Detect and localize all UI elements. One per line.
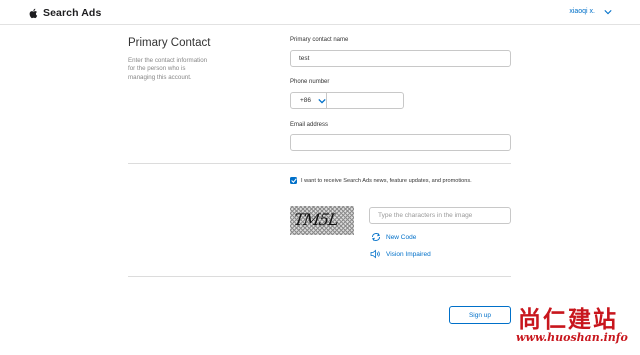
email-label: Email address [290,122,329,128]
chevron-down-icon[interactable] [604,9,612,15]
new-code-link[interactable]: New Code [370,232,416,242]
top-bar: Search Ads xiaoqi x. [0,0,640,25]
new-code-label[interactable]: New Code [386,234,416,241]
apple-logo-icon [29,8,38,18]
captcha-input[interactable] [369,207,511,224]
app-name: Search Ads [43,7,102,19]
contact-name-input[interactable] [290,50,511,67]
promotions-consent: I want to receive Search Ads news, featu… [290,177,472,184]
chevron-down-icon [318,98,326,104]
country-code-select[interactable]: +86 [291,93,328,108]
refresh-icon [372,233,380,241]
contact-name-label: Primary contact name [290,37,349,43]
phone-number-field: +86 [290,92,428,109]
phone-number-label: Phone number [290,79,330,85]
checkmark-icon [290,178,297,183]
brand[interactable]: Search Ads [28,7,101,19]
user-name[interactable]: xiaoqi x. [569,8,595,15]
section-title: Primary Contact [128,37,211,49]
primary-contact-intro: Primary Contact Enter the contact inform… [128,37,218,82]
captcha-image-text: TM5L [292,210,340,229]
email-input[interactable] [290,134,511,151]
country-code-value: +86 [300,97,312,104]
promotions-checkbox[interactable] [290,177,297,184]
user-menu[interactable]: xiaoqi x. [569,8,612,15]
section-divider [128,163,511,164]
vision-impaired-label[interactable]: Vision Impaired [386,251,431,258]
sign-up-button[interactable]: Sign up [449,306,511,324]
phone-number-input[interactable] [327,93,428,108]
footer-divider [128,276,511,277]
vision-impaired-link[interactable]: Vision Impaired [370,249,431,259]
watermark-url: www.huoshan.info [516,331,628,344]
speaker-icon [370,249,380,259]
watermark: 尚仁建站 www.huoshan.info [514,300,640,355]
captcha-image: TM5L [290,206,354,235]
section-description: Enter the contact information for the pe… [128,57,208,81]
watermark-title: 尚仁建站 [518,306,618,333]
promotions-checkbox-label: I want to receive Search Ads news, featu… [301,177,472,184]
